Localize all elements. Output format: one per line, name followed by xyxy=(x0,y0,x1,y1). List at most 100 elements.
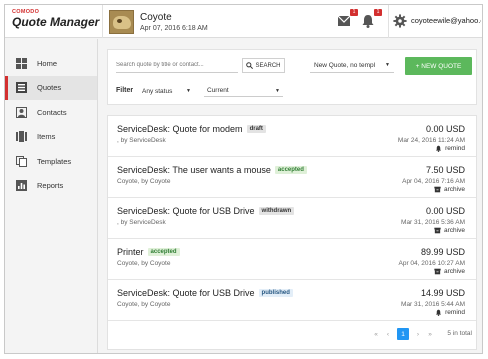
quote-amount: 0.00 USD xyxy=(425,124,465,134)
period-filter[interactable]: Current ▼ xyxy=(204,85,283,97)
archive-label: archive xyxy=(444,186,465,193)
quote-title-text: ServiceDesk: The user wants a mouse xyxy=(117,165,271,175)
header-divider-right xyxy=(388,5,389,38)
templates-icon xyxy=(16,155,27,167)
search-button-label: SEARCH xyxy=(255,62,281,69)
header-divider xyxy=(102,5,103,38)
quotes-icon xyxy=(16,82,27,94)
company-name[interactable]: Coyote xyxy=(140,12,172,23)
quote-amount: 89.99 USD xyxy=(420,247,465,257)
next-page-button[interactable]: › xyxy=(414,328,422,340)
quote-date: Mar 24, 2016 11:24 AM xyxy=(397,137,465,144)
search-icon xyxy=(246,62,254,69)
user-email[interactable]: coyoteewile@yahoo.con xyxy=(411,16,481,25)
quote-date: Mar 31, 2016 5:36 AM xyxy=(401,219,465,226)
template-select[interactable]: New Quote, no templ ▼ xyxy=(310,58,394,73)
quote-title[interactable]: ServiceDesk: Quote for modem draft xyxy=(117,124,266,134)
sidebar-item-label: Reports xyxy=(37,181,64,191)
quote-contact: , by ServiceDesk xyxy=(117,219,166,226)
gear-icon xyxy=(393,14,407,28)
sidebar-item-contacts[interactable]: Contacts xyxy=(5,100,97,125)
home-icon xyxy=(16,57,27,69)
quote-amount: 7.50 USD xyxy=(425,165,465,175)
archive-button[interactable]: archive xyxy=(434,268,465,275)
sidebar: Home Quotes Contacts Items Templates Rep… xyxy=(5,39,98,353)
remind-label: remind xyxy=(445,309,465,316)
caret-down-icon: ▼ xyxy=(275,87,280,94)
search-button[interactable]: SEARCH xyxy=(242,58,285,73)
status-filter[interactable]: Any status ▼ xyxy=(139,85,194,97)
status-filter-value: Any status xyxy=(142,87,173,95)
sidebar-item-templates[interactable]: Templates xyxy=(5,149,97,174)
quote-title-text: ServiceDesk: Quote for USB Drive xyxy=(117,206,255,216)
filter-label: Filter xyxy=(116,87,134,94)
quote-contact: Coyote, by Coyote xyxy=(117,260,171,267)
app-logo[interactable]: COMODO Quote Manager xyxy=(12,9,100,35)
quote-date: Apr 04, 2016 7:16 AM xyxy=(402,178,465,185)
remind-button[interactable]: remind xyxy=(435,145,465,152)
sidebar-item-home[interactable]: Home xyxy=(5,51,97,76)
status-badge: draft xyxy=(246,125,266,133)
sidebar-item-label: Contacts xyxy=(37,107,67,117)
search-input[interactable] xyxy=(116,58,238,73)
quote-row[interactable]: ServiceDesk: Quote for USB Drive publish… xyxy=(108,280,476,321)
archive-icon xyxy=(434,268,441,275)
quote-title[interactable]: ServiceDesk: Quote for USB Drive withdra… xyxy=(117,206,295,216)
quote-title[interactable]: ServiceDesk: Quote for USB Drive publish… xyxy=(117,288,293,298)
status-badge: accepted xyxy=(274,166,307,174)
quote-amount: 0.00 USD xyxy=(425,206,465,216)
notifications-button[interactable]: 1 xyxy=(360,9,382,29)
quote-contact: Coyote, by Coyote xyxy=(117,301,171,308)
quote-amount: 14.99 USD xyxy=(420,288,465,298)
quote-title[interactable]: ServiceDesk: The user wants a mouse acce… xyxy=(117,165,307,175)
sidebar-item-quotes[interactable]: Quotes xyxy=(5,75,97,100)
logo-product: Quote Manager xyxy=(12,15,100,29)
bell-icon xyxy=(436,145,442,152)
main-content: SEARCH New Quote, no templ ▼ + NEW QUOTE… xyxy=(99,39,482,353)
contacts-icon xyxy=(16,106,27,118)
mail-badge: 1 xyxy=(350,9,358,16)
quote-contact: , by ServiceDesk xyxy=(117,137,166,144)
last-page-button[interactable]: » xyxy=(426,328,434,340)
sidebar-item-label: Home xyxy=(37,58,58,68)
page-1-button[interactable]: 1 xyxy=(397,328,409,340)
new-quote-button-label: + NEW QUOTE xyxy=(415,62,462,70)
quote-row[interactable]: ServiceDesk: Quote for modem draft , by … xyxy=(108,116,476,157)
period-filter-value: Current xyxy=(207,87,229,94)
quotes-list: ServiceDesk: Quote for modem draft , by … xyxy=(107,115,477,350)
first-page-button[interactable]: « xyxy=(372,328,380,340)
quote-date: Mar 31, 2016 5:44 AM xyxy=(401,301,465,308)
sidebar-item-items[interactable]: Items xyxy=(5,125,97,150)
remind-button[interactable]: remind xyxy=(435,309,465,316)
quote-title-text: ServiceDesk: Quote for USB Drive xyxy=(117,288,255,298)
sidebar-item-reports[interactable]: Reports xyxy=(5,174,97,199)
remind-label: remind xyxy=(445,145,465,152)
archive-label: archive xyxy=(444,268,465,275)
app-frame: COMODO Quote Manager Coyote Apr 07, 2016… xyxy=(4,4,483,354)
new-quote-button[interactable]: + NEW QUOTE xyxy=(405,57,472,75)
quote-row[interactable]: ServiceDesk: The user wants a mouse acce… xyxy=(108,157,476,198)
company-avatar[interactable] xyxy=(109,10,134,34)
bell-icon xyxy=(436,309,442,316)
mail-button[interactable]: 1 xyxy=(336,9,358,29)
company-date: Apr 07, 2016 6:18 AM xyxy=(140,25,208,32)
reports-icon xyxy=(16,180,27,192)
app-header: COMODO Quote Manager Coyote Apr 07, 2016… xyxy=(5,5,482,38)
caret-down-icon: ▼ xyxy=(385,62,390,68)
quote-title-text: ServiceDesk: Quote for modem xyxy=(117,124,243,134)
total-count: 5 in total xyxy=(447,330,472,337)
quote-row[interactable]: Printer accepted Coyote, by Coyote 89.99… xyxy=(108,239,476,280)
sidebar-item-label: Quotes xyxy=(37,83,62,93)
quote-row[interactable]: ServiceDesk: Quote for USB Drive withdra… xyxy=(108,198,476,239)
items-icon xyxy=(16,131,27,143)
archive-button[interactable]: archive xyxy=(434,227,465,234)
caret-down-icon: ▼ xyxy=(186,88,191,94)
quote-title-text: Printer xyxy=(117,247,144,257)
notifications-badge: 1 xyxy=(374,9,382,16)
archive-button[interactable]: archive xyxy=(434,186,465,193)
prev-page-button[interactable]: ‹ xyxy=(384,328,392,340)
quote-title[interactable]: Printer accepted xyxy=(117,247,180,257)
settings-button[interactable] xyxy=(393,14,409,30)
archive-label: archive xyxy=(444,227,465,234)
archive-icon xyxy=(434,227,441,234)
